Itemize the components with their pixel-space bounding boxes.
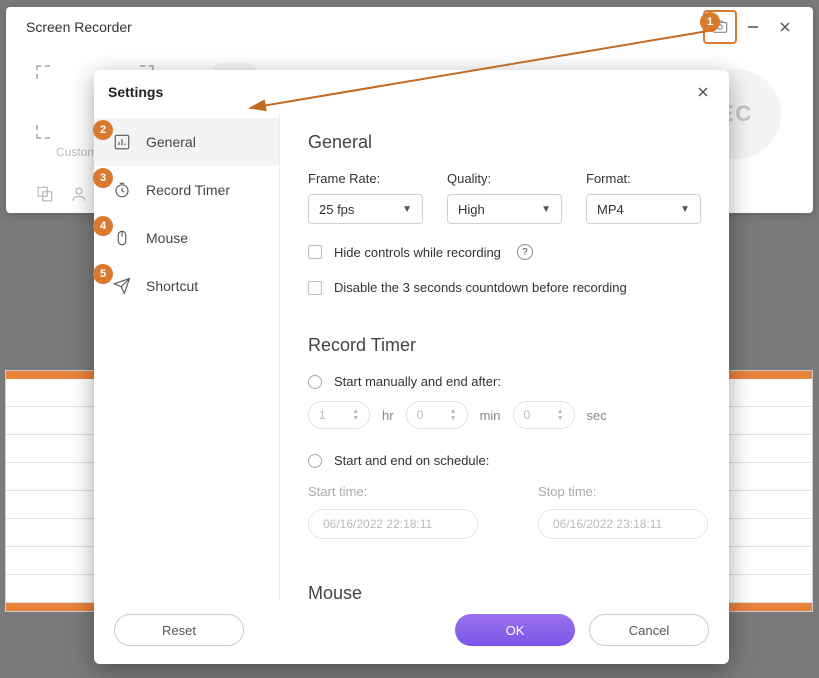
settings-title: Settings <box>108 84 163 100</box>
shortcut-icon <box>112 276 132 296</box>
sidebar-item-label: Record Timer <box>146 182 230 198</box>
chevron-down-icon: ▼ <box>680 204 690 215</box>
minutes-field[interactable]: 0▲▼ <box>406 401 468 429</box>
user-icon[interactable] <box>70 185 88 203</box>
callout-1: 1 <box>700 12 720 32</box>
hours-field[interactable]: 1▲▼ <box>308 401 370 429</box>
settings-content: General Frame Rate: 25 fps ▼ Quality: Hi… <box>280 114 729 600</box>
cancel-button[interactable]: Cancel <box>589 614 709 646</box>
settings-close-button[interactable] <box>691 80 715 104</box>
timer-option-schedule[interactable]: Start and end on schedule: <box>308 453 701 468</box>
ok-button[interactable]: OK <box>455 614 575 646</box>
sidebar-item-label: Mouse <box>146 230 188 246</box>
sidebar-item-general[interactable]: General <box>94 118 279 166</box>
minimize-button[interactable] <box>737 11 769 43</box>
quality-label: Quality: <box>447 171 562 186</box>
callout-3: 3 <box>93 168 113 188</box>
settings-dialog: Settings General Record Timer <box>94 70 729 664</box>
format-label: Format: <box>586 171 701 186</box>
sidebar-item-mouse[interactable]: Mouse <box>94 214 279 262</box>
chevron-down-icon: ▼ <box>541 204 551 215</box>
hours-unit: hr <box>382 408 394 423</box>
mouse-heading: Mouse <box>308 583 701 600</box>
help-icon[interactable]: ? <box>517 244 533 260</box>
settings-footer: Reset OK Cancel <box>94 600 729 664</box>
sidebar-item-shortcut[interactable]: Shortcut <box>94 262 279 310</box>
minimize-icon <box>746 20 760 34</box>
screenshot-icon[interactable] <box>36 185 54 203</box>
reset-button[interactable]: Reset <box>114 614 244 646</box>
titlebar: Screen Recorder <box>6 7 813 47</box>
frame-rate-label: Frame Rate: <box>308 171 423 186</box>
radio-icon <box>308 375 322 389</box>
checkbox-box <box>308 281 322 295</box>
general-icon <box>112 132 132 152</box>
hide-controls-checkbox[interactable]: Hide controls while recording ? <box>308 244 701 260</box>
stop-time-label: Stop time: <box>538 484 708 499</box>
spinner-icon: ▲▼ <box>557 408 564 422</box>
timer-option-manual[interactable]: Start manually and end after: <box>308 374 701 389</box>
close-button[interactable] <box>769 11 801 43</box>
radio-icon <box>308 454 322 468</box>
seconds-field[interactable]: 0▲▼ <box>513 401 575 429</box>
sidebar-item-label: General <box>146 134 196 150</box>
close-icon <box>696 85 710 99</box>
format-select[interactable]: MP4 ▼ <box>586 194 701 224</box>
callout-5: 5 <box>93 264 113 284</box>
spinner-icon: ▲▼ <box>450 408 457 422</box>
start-time-label: Start time: <box>308 484 478 499</box>
sidebar-item-record-timer[interactable]: Record Timer <box>94 166 279 214</box>
callout-2: 2 <box>93 120 113 140</box>
start-time-field[interactable]: 06/16/2022 22:18:11 <box>308 509 478 539</box>
close-icon <box>778 20 792 34</box>
minutes-unit: min <box>480 408 501 423</box>
timer-heading: Record Timer <box>308 335 701 356</box>
timer-icon <box>112 180 132 200</box>
settings-sidebar: General Record Timer Mouse Shortcut <box>94 114 280 600</box>
spinner-icon: ▲▼ <box>352 408 359 422</box>
callout-4: 4 <box>93 216 113 236</box>
window-title: Screen Recorder <box>26 19 132 35</box>
stop-time-field[interactable]: 06/16/2022 23:18:11 <box>538 509 708 539</box>
general-heading: General <box>308 132 701 153</box>
quality-select[interactable]: High ▼ <box>447 194 562 224</box>
mouse-icon <box>112 228 132 248</box>
disable-countdown-checkbox[interactable]: Disable the 3 seconds countdown before r… <box>308 280 701 295</box>
settings-header: Settings <box>94 70 729 114</box>
frame-rate-select[interactable]: 25 fps ▼ <box>308 194 423 224</box>
checkbox-box <box>308 245 322 259</box>
seconds-unit: sec <box>587 408 607 423</box>
chevron-down-icon: ▼ <box>402 204 412 215</box>
sidebar-item-label: Shortcut <box>146 278 198 294</box>
